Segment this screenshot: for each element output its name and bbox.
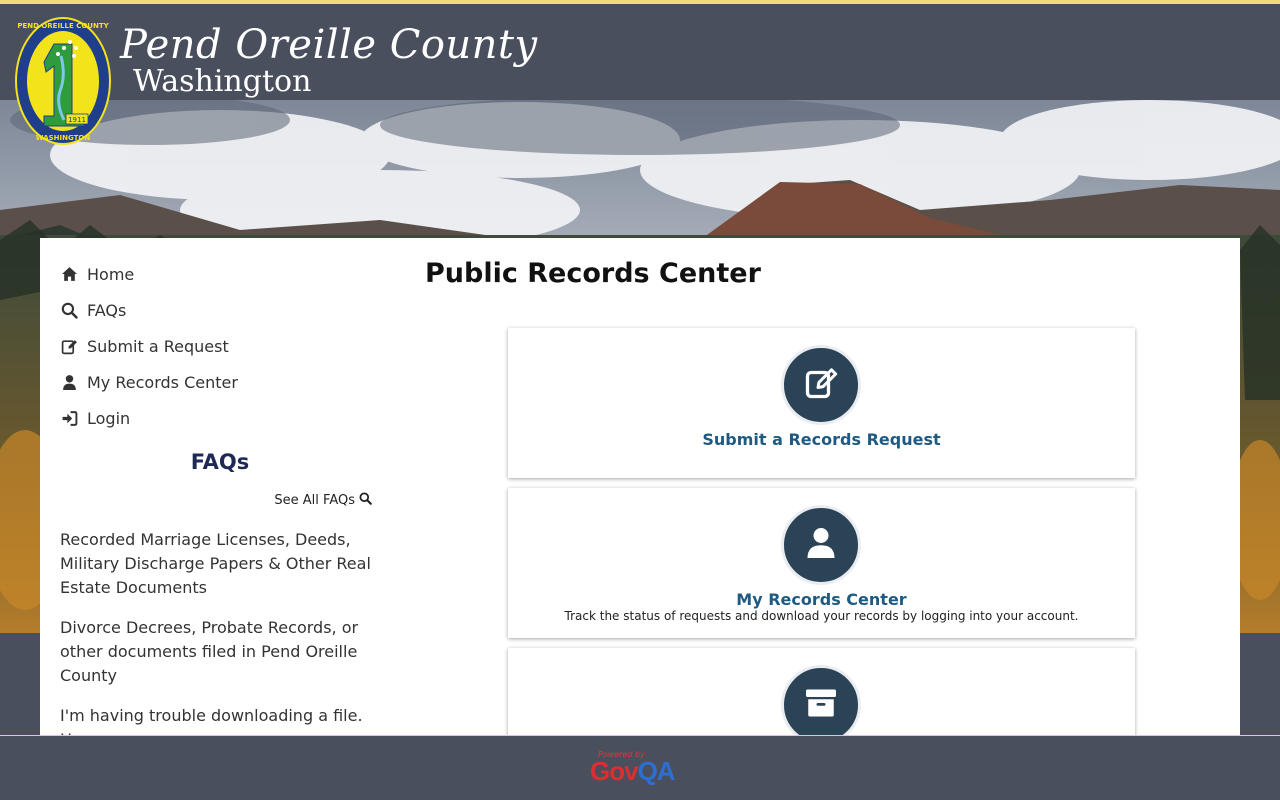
faq-item[interactable]: Recorded Marriage Licenses, Deeds, Milit… (60, 528, 390, 600)
govqa-logo-link[interactable]: Powered by GovQA (590, 750, 694, 788)
archive-tile[interactable] (508, 648, 1135, 735)
site-header: Pend Oreille County Washington (0, 4, 1280, 100)
page-title: Public Records Center (425, 258, 761, 289)
my-records-center-tile[interactable]: My Records Center Track the status of re… (508, 488, 1135, 638)
tile-title: My Records Center (736, 590, 907, 609)
submit-request-tile[interactable]: Submit a Records Request (508, 328, 1135, 478)
nav-item-faqs[interactable]: FAQs (60, 292, 390, 328)
see-all-faqs-label: See All FAQs (274, 493, 355, 508)
main-card: Home FAQs Submit a Request My Records Ce… (40, 238, 1240, 735)
faq-item[interactable]: Divorce Decrees, Probate Records, or oth… (60, 616, 390, 688)
site-footer: Powered by GovQA (0, 735, 1280, 800)
edit-icon (60, 337, 78, 355)
faq-section-title: FAQs (190, 450, 250, 474)
nav-item-my-records[interactable]: My Records Center (60, 364, 390, 400)
faq-list: Recorded Marriage Licenses, Deeds, Milit… (60, 528, 390, 735)
logo-ring-text: PEND OREILLE COUNTY (17, 22, 109, 30)
user-icon (60, 373, 78, 391)
nav-item-label: My Records Center (87, 372, 238, 392)
faq-item[interactable]: I'm having trouble downloading a file. H… (60, 704, 390, 735)
user-icon (803, 525, 839, 565)
nav-item-label: Home (87, 264, 135, 284)
sidebar-nav: Home FAQs Submit a Request My Records Ce… (60, 256, 390, 436)
nav-item-home[interactable]: Home (60, 256, 390, 292)
sign-in-icon (60, 409, 78, 427)
home-icon (60, 265, 78, 283)
tile-icon-circle (781, 505, 861, 585)
brand-script-title[interactable]: Pend Oreille County (120, 22, 538, 68)
search-icon (60, 301, 78, 319)
county-seal-logo[interactable]: 1911 PEND OREILLE COUNTY WASHINGTON (14, 16, 112, 146)
nav-item-login[interactable]: Login (60, 400, 390, 436)
see-all-faqs-link[interactable]: See All FAQs (60, 492, 372, 509)
govqa-qa-text: QA (637, 756, 676, 786)
nav-item-submit-request[interactable]: Submit a Request (60, 328, 390, 364)
edit-icon (803, 365, 839, 405)
govqa-gov-text: Gov (590, 756, 639, 786)
tile-description: Track the status of requests and downloa… (564, 609, 1079, 623)
govqa-logo: GovQA (590, 756, 676, 787)
tile-title: Submit a Records Request (702, 430, 941, 449)
logo-bottom-text: WASHINGTON (36, 134, 91, 142)
nav-item-label: Login (87, 408, 131, 428)
brand-subtitle[interactable]: Washington (133, 64, 311, 99)
tile-icon-circle (781, 345, 861, 425)
nav-item-label: FAQs (87, 300, 127, 320)
logo-year: 1911 (68, 116, 86, 124)
archive-icon (803, 685, 839, 725)
search-icon (359, 492, 372, 509)
nav-item-label: Submit a Request (87, 336, 229, 356)
tile-icon-circle (781, 665, 861, 735)
